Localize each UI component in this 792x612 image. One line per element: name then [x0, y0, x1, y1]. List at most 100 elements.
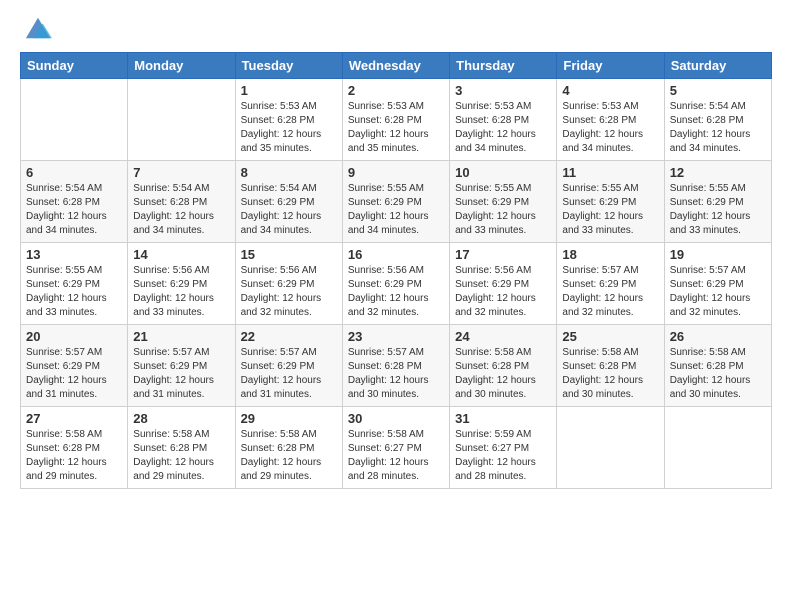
calendar-cell: 4 Sunrise: 5:53 AMSunset: 6:28 PMDaylight…: [557, 79, 664, 161]
logo: [20, 18, 52, 42]
page: SundayMondayTuesdayWednesdayThursdayFrid…: [0, 0, 792, 612]
day-number: 10: [455, 165, 551, 180]
calendar-cell: 31 Sunrise: 5:59 AMSunset: 6:27 PMDayligh…: [450, 407, 557, 489]
day-number: 13: [26, 247, 122, 262]
day-info: Sunrise: 5:58 AMSunset: 6:28 PMDaylight:…: [241, 428, 337, 484]
day-header-tuesday: Tuesday: [235, 53, 342, 79]
day-number: 25: [562, 329, 658, 344]
day-info: Sunrise: 5:58 AMSunset: 6:28 PMDaylight:…: [562, 346, 658, 402]
calendar-cell: 24Sunrise: 5:58 AMSunset: 6:28 PMDayligh…: [450, 325, 557, 407]
day-number: 30: [348, 411, 444, 426]
day-header-monday: Monday: [128, 53, 235, 79]
calendar-cell: 16 Sunrise: 5:56 AMSunset: 6:29 PMDayligh…: [342, 243, 449, 325]
day-number: 27: [26, 411, 122, 426]
day-info: Sunrise: 5:57 AMSunset: 6:29 PMDaylight:…: [670, 264, 766, 320]
calendar-header-row: SundayMondayTuesdayWednesdayThursdayFrid…: [21, 53, 772, 79]
day-header-sunday: Sunday: [21, 53, 128, 79]
day-info: Sunrise: 5:54 AMSunset: 6:28 PMDaylight:…: [133, 182, 229, 238]
day-number: 2: [348, 83, 444, 98]
day-info: Sunrise: 5:58 AMSunset: 6:28 PMDaylight:…: [670, 346, 766, 402]
day-header-friday: Friday: [557, 53, 664, 79]
calendar-cell: 8 Sunrise: 5:54 AMSunset: 6:29 PMDaylight…: [235, 161, 342, 243]
calendar-cell: 22 Sunrise: 5:57 AMSunset: 6:29 PMDayligh…: [235, 325, 342, 407]
day-number: 9: [348, 165, 444, 180]
logo-icon: [24, 14, 52, 42]
calendar-cell: 2Sunrise: 5:53 AMSunset: 6:28 PMDaylight…: [342, 79, 449, 161]
calendar-cell: 21 Sunrise: 5:57 AMSunset: 6:29 PMDayligh…: [128, 325, 235, 407]
day-number: 1: [241, 83, 337, 98]
day-number: 5: [670, 83, 766, 98]
calendar-cell: 10 Sunrise: 5:55 AMSunset: 6:29 PMDayligh…: [450, 161, 557, 243]
day-number: 14: [133, 247, 229, 262]
calendar-week-row: 13Sunrise: 5:55 AMSunset: 6:29 PMDayligh…: [21, 243, 772, 325]
day-header-thursday: Thursday: [450, 53, 557, 79]
day-info: Sunrise: 5:55 AMSunset: 6:29 PMDaylight:…: [562, 182, 658, 238]
calendar-cell: [557, 407, 664, 489]
calendar-cell: 18 Sunrise: 5:57 AMSunset: 6:29 PMDayligh…: [557, 243, 664, 325]
calendar-cell: 25 Sunrise: 5:58 AMSunset: 6:28 PMDayligh…: [557, 325, 664, 407]
calendar-cell: 20Sunrise: 5:57 AMSunset: 6:29 PMDayligh…: [21, 325, 128, 407]
day-info: Sunrise: 5:53 AMSunset: 6:28 PMDaylight:…: [241, 100, 337, 156]
day-info: Sunrise: 5:54 AMSunset: 6:28 PMDaylight:…: [26, 182, 122, 238]
calendar-cell: 12 Sunrise: 5:55 AMSunset: 6:29 PMDayligh…: [664, 161, 771, 243]
day-number: 21: [133, 329, 229, 344]
day-number: 6: [26, 165, 122, 180]
calendar-cell: 27Sunrise: 5:58 AMSunset: 6:28 PMDayligh…: [21, 407, 128, 489]
calendar-cell: 13Sunrise: 5:55 AMSunset: 6:29 PMDayligh…: [21, 243, 128, 325]
calendar-table: SundayMondayTuesdayWednesdayThursdayFrid…: [20, 52, 772, 489]
day-number: 22: [241, 329, 337, 344]
calendar-cell: 7Sunrise: 5:54 AMSunset: 6:28 PMDaylight…: [128, 161, 235, 243]
day-info: Sunrise: 5:57 AMSunset: 6:29 PMDaylight:…: [241, 346, 337, 402]
calendar-cell: 23 Sunrise: 5:57 AMSunset: 6:28 PMDayligh…: [342, 325, 449, 407]
day-number: 15: [241, 247, 337, 262]
calendar-cell: 9Sunrise: 5:55 AMSunset: 6:29 PMDaylight…: [342, 161, 449, 243]
calendar-cell: 28 Sunrise: 5:58 AMSunset: 6:28 PMDayligh…: [128, 407, 235, 489]
day-info: Sunrise: 5:55 AMSunset: 6:29 PMDaylight:…: [670, 182, 766, 238]
calendar-cell: 6 Sunrise: 5:54 AMSunset: 6:28 PMDaylight…: [21, 161, 128, 243]
day-info: Sunrise: 5:53 AMSunset: 6:28 PMDaylight:…: [562, 100, 658, 156]
calendar-cell: [128, 79, 235, 161]
day-info: Sunrise: 5:58 AMSunset: 6:28 PMDaylight:…: [133, 428, 229, 484]
day-info: Sunrise: 5:57 AMSunset: 6:29 PMDaylight:…: [133, 346, 229, 402]
calendar-week-row: 6 Sunrise: 5:54 AMSunset: 6:28 PMDaylight…: [21, 161, 772, 243]
day-number: 20: [26, 329, 122, 344]
calendar-cell: 30Sunrise: 5:58 AMSunset: 6:27 PMDayligh…: [342, 407, 449, 489]
calendar-week-row: 20 Sunrise: 5:57 AMSunset: 6:29 PMDayligh…: [21, 325, 772, 407]
calendar-week-row: 27 Sunrise: 5:58 AMSunset: 6:28 PMDayligh…: [21, 407, 772, 489]
day-info: Sunrise: 5:56 AMSunset: 6:29 PMDaylight:…: [348, 264, 444, 320]
day-info: Sunrise: 5:56 AMSunset: 6:29 PMDaylight:…: [133, 264, 229, 320]
calendar-week-row: 1 Sunrise: 5:53 AMSunset: 6:28 PMDaylight…: [21, 79, 772, 161]
day-number: 12: [670, 165, 766, 180]
day-number: 4: [562, 83, 658, 98]
day-number: 23: [348, 329, 444, 344]
day-info: Sunrise: 5:59 AMSunset: 6:27 PMDaylight:…: [455, 428, 551, 484]
day-number: 29: [241, 411, 337, 426]
day-number: 11: [562, 165, 658, 180]
day-number: 16: [348, 247, 444, 262]
calendar-cell: [664, 407, 771, 489]
day-number: 26: [670, 329, 766, 344]
day-info: Sunrise: 5:56 AMSunset: 6:29 PMDaylight:…: [455, 264, 551, 320]
calendar-cell: [21, 79, 128, 161]
calendar-cell: 29 Sunrise: 5:58 AMSunset: 6:28 PMDayligh…: [235, 407, 342, 489]
day-info: Sunrise: 5:53 AMSunset: 6:28 PMDaylight:…: [455, 100, 551, 156]
day-header-saturday: Saturday: [664, 53, 771, 79]
calendar-cell: 17 Sunrise: 5:56 AMSunset: 6:29 PMDayligh…: [450, 243, 557, 325]
day-number: 24: [455, 329, 551, 344]
day-number: 31: [455, 411, 551, 426]
day-number: 8: [241, 165, 337, 180]
day-number: 18: [562, 247, 658, 262]
day-info: Sunrise: 5:55 AMSunset: 6:29 PMDaylight:…: [455, 182, 551, 238]
calendar-cell: 15Sunrise: 5:56 AMSunset: 6:29 PMDayligh…: [235, 243, 342, 325]
day-info: Sunrise: 5:54 AMSunset: 6:29 PMDaylight:…: [241, 182, 337, 238]
calendar-cell: 3 Sunrise: 5:53 AMSunset: 6:28 PMDaylight…: [450, 79, 557, 161]
day-number: 17: [455, 247, 551, 262]
day-info: Sunrise: 5:57 AMSunset: 6:28 PMDaylight:…: [348, 346, 444, 402]
calendar-cell: 26 Sunrise: 5:58 AMSunset: 6:28 PMDayligh…: [664, 325, 771, 407]
day-info: Sunrise: 5:57 AMSunset: 6:29 PMDaylight:…: [562, 264, 658, 320]
day-info: Sunrise: 5:54 AMSunset: 6:28 PMDaylight:…: [670, 100, 766, 156]
day-number: 28: [133, 411, 229, 426]
calendar-cell: 1 Sunrise: 5:53 AMSunset: 6:28 PMDaylight…: [235, 79, 342, 161]
day-number: 3: [455, 83, 551, 98]
calendar-cell: 19Sunrise: 5:57 AMSunset: 6:29 PMDayligh…: [664, 243, 771, 325]
